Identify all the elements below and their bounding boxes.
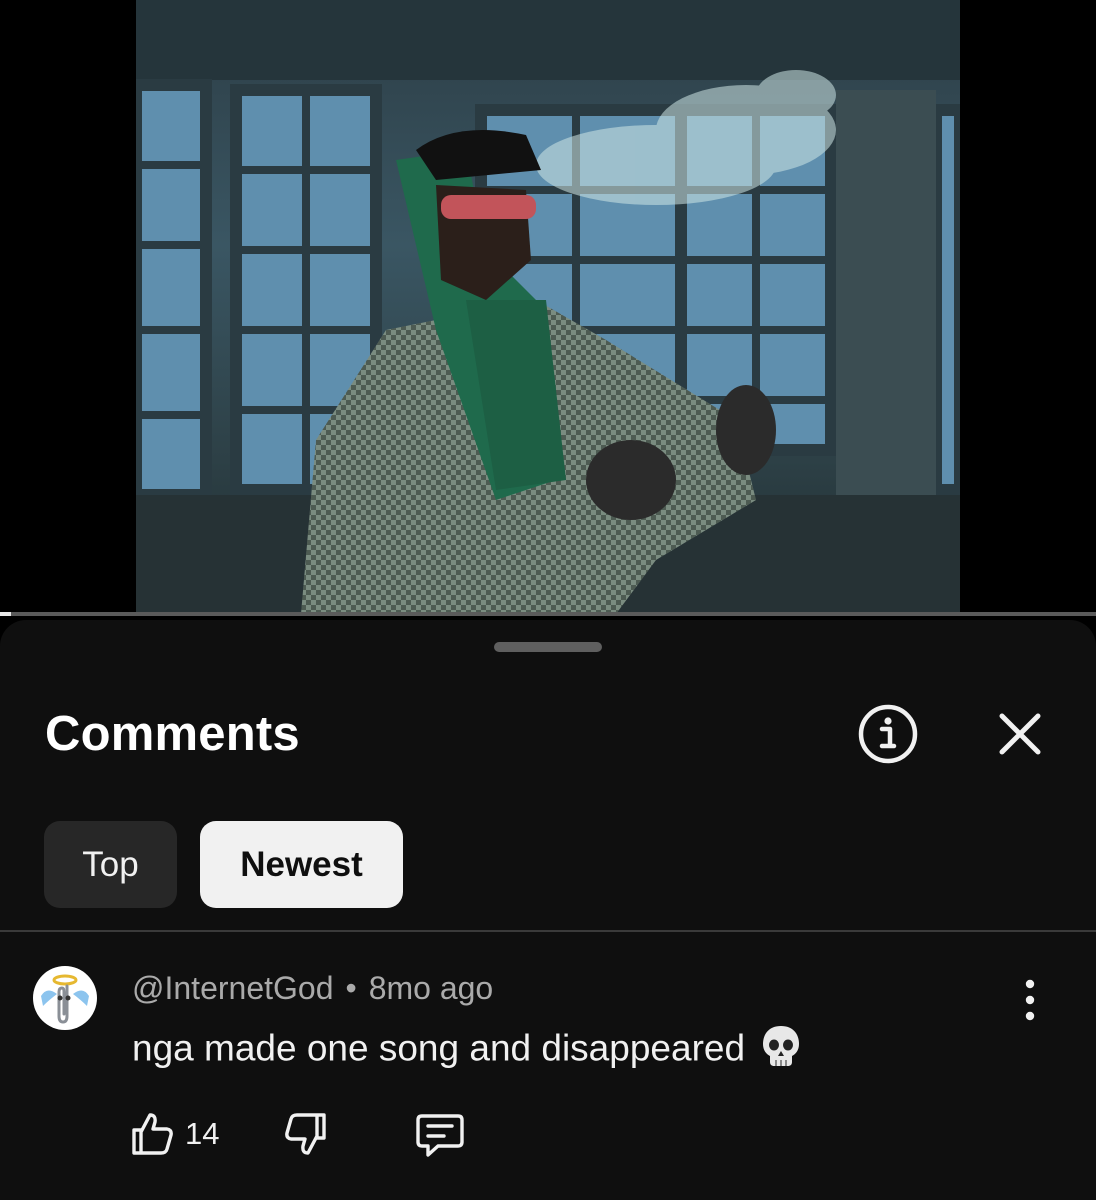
close-button[interactable]: [992, 706, 1048, 762]
close-icon: [999, 713, 1041, 755]
comment-meta: @InternetGod • 8mo ago: [132, 970, 493, 1007]
comment-text: nga made one song and disappeared: [132, 1027, 746, 1069]
angel-paperclip-avatar-icon: [41, 974, 89, 1024]
video-progress-bar[interactable]: [0, 612, 1096, 616]
more-vertical-icon: [1025, 979, 1035, 1021]
reply-button[interactable]: [414, 1110, 466, 1160]
thumbs-down-icon: [285, 1113, 326, 1155]
divider: [0, 930, 1096, 932]
sheet-drag-handle[interactable]: [494, 642, 602, 652]
like-count: 14: [185, 1116, 220, 1151]
comments-sheet: Comments Top Newest @InternetGod • 8mo ago…: [0, 620, 1096, 1200]
info-button[interactable]: [856, 702, 920, 766]
video-progress-fill: [0, 612, 11, 616]
video-frame[interactable]: [136, 0, 960, 614]
skull-emoji-icon: [761, 1024, 801, 1077]
comments-title: Comments: [45, 707, 300, 761]
video-player[interactable]: [0, 0, 1096, 616]
reply-icon: [416, 1114, 464, 1157]
comment-age: 8mo ago: [368, 970, 494, 1006]
dislike-button[interactable]: [282, 1110, 330, 1158]
comment-more-button[interactable]: [1012, 978, 1048, 1022]
avatar[interactable]: [33, 966, 97, 1030]
info-circle-icon: [858, 704, 918, 764]
comment-author[interactable]: @InternetGod: [132, 970, 333, 1006]
meta-separator: •: [345, 970, 357, 1006]
filter-chip-newest[interactable]: Newest: [200, 821, 403, 908]
like-button[interactable]: [128, 1110, 176, 1158]
video-still: [136, 0, 960, 614]
thumbs-up-icon: [132, 1113, 173, 1155]
filter-chip-top[interactable]: Top: [44, 821, 177, 908]
comment-body: nga made one song and disappeared: [132, 1024, 801, 1077]
